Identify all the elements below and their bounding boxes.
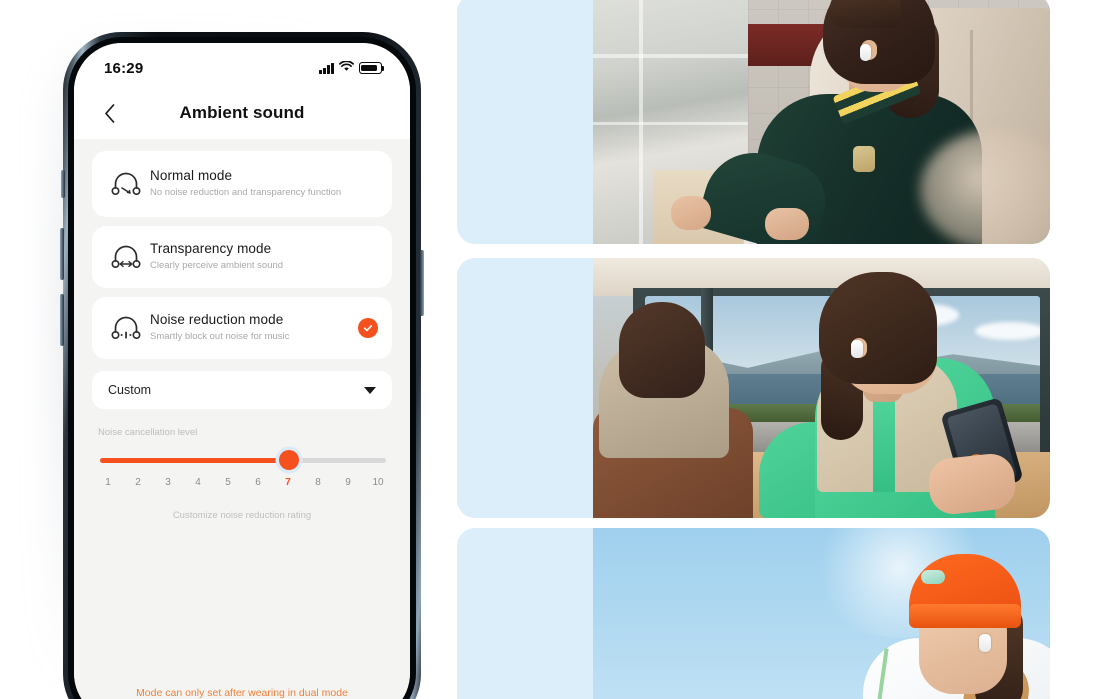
mode-text-noise-reduction: Noise reduction mode Smartly block out n… xyxy=(146,312,352,344)
photo-bus-window xyxy=(593,258,1050,518)
back-button[interactable] xyxy=(96,100,122,126)
mode-card-noise-reduction[interactable]: Noise reduction mode Smartly block out n… xyxy=(92,297,392,359)
slider-tick: 8 xyxy=(315,477,321,488)
page-title: Ambient sound xyxy=(179,103,305,122)
status-bar-time: 16:29 xyxy=(104,59,144,77)
phone-mockup: 16:29 Ambient sound Normal mode No noise… xyxy=(49,32,424,699)
wifi-icon xyxy=(339,59,354,77)
slider-tick: 3 xyxy=(165,477,171,488)
status-bar-icons xyxy=(319,53,386,77)
status-badge-selected xyxy=(358,318,378,338)
slider-tick: 10 xyxy=(372,477,384,488)
panel-bus-window xyxy=(457,258,1050,518)
mode-text-transparency: Transparency mode Clearly perceive ambie… xyxy=(146,241,378,273)
volume-up-button[interactable] xyxy=(60,228,64,280)
chevron-left-icon xyxy=(104,103,114,123)
slider-tick: 2 xyxy=(135,477,141,488)
slider-track-fill xyxy=(100,458,289,463)
status-bar: 16:29 xyxy=(74,43,410,87)
earbud-icon xyxy=(860,44,871,61)
chevron-down-icon xyxy=(364,386,376,394)
battery-icon xyxy=(359,62,385,74)
slider-tick: 5 xyxy=(225,477,231,488)
settings-content: Normal mode No noise reduction and trans… xyxy=(74,139,410,699)
bottom-note: Mode can only set after wearing in dual … xyxy=(136,687,348,699)
mode-card-normal[interactable]: Normal mode No noise reduction and trans… xyxy=(92,151,392,217)
check-icon xyxy=(363,325,373,332)
mode-text-normal: Normal mode No noise reduction and trans… xyxy=(146,168,378,200)
slider-label: Noise cancellation level xyxy=(98,427,198,438)
photo-cafe-reading xyxy=(593,0,1050,244)
cellular-signal-icon xyxy=(319,62,334,74)
app-header: Ambient sound xyxy=(74,87,410,139)
headphone-transparency-icon xyxy=(106,245,146,270)
panel-cafe-reading xyxy=(457,0,1050,244)
slider-tick: 6 xyxy=(255,477,261,488)
mode-subtitle: No noise reduction and transparency func… xyxy=(150,187,342,199)
slider-tick: 4 xyxy=(195,477,201,488)
photo-skater-sky xyxy=(593,528,1050,699)
panel-skater-sky xyxy=(457,528,1050,699)
noise-cancellation-slider-block: Noise cancellation level 1 2 3 4 5 6 7 8… xyxy=(92,427,392,521)
page-root: 16:29 Ambient sound Normal mode No noise… xyxy=(0,0,1100,699)
volume-down-button[interactable] xyxy=(60,294,64,346)
headphone-noise-reduction-icon xyxy=(106,316,146,341)
mute-switch-button[interactable] xyxy=(61,170,65,198)
mode-title: Noise reduction mode xyxy=(150,312,284,328)
dropdown-selected-value: Custom xyxy=(108,383,152,397)
slider-tick-active: 7 xyxy=(285,477,291,488)
earbud-icon xyxy=(979,634,991,652)
slider-tick: 9 xyxy=(345,477,351,488)
slider-caption: Customize noise reduction rating xyxy=(172,510,312,521)
mode-title: Normal mode xyxy=(150,168,233,184)
slider-thumb[interactable] xyxy=(278,450,299,470)
slider-tick-labels: 1 2 3 4 5 6 7 8 9 10 xyxy=(102,477,384,488)
power-button[interactable] xyxy=(420,250,424,316)
mode-card-transparency[interactable]: Transparency mode Clearly perceive ambie… xyxy=(92,226,392,288)
phone-screen: 16:29 Ambient sound Normal mode No noise… xyxy=(74,43,410,699)
mode-subtitle: Smartly block out noise for music xyxy=(150,331,290,343)
earbud-icon xyxy=(851,340,863,358)
slider-track[interactable] xyxy=(100,450,386,470)
mode-title: Transparency mode xyxy=(150,241,272,257)
noise-profile-dropdown[interactable]: Custom xyxy=(92,371,392,409)
slider-tick: 1 xyxy=(105,477,111,488)
mode-subtitle: Clearly perceive ambient sound xyxy=(150,260,284,272)
headphone-normal-icon xyxy=(106,172,146,197)
